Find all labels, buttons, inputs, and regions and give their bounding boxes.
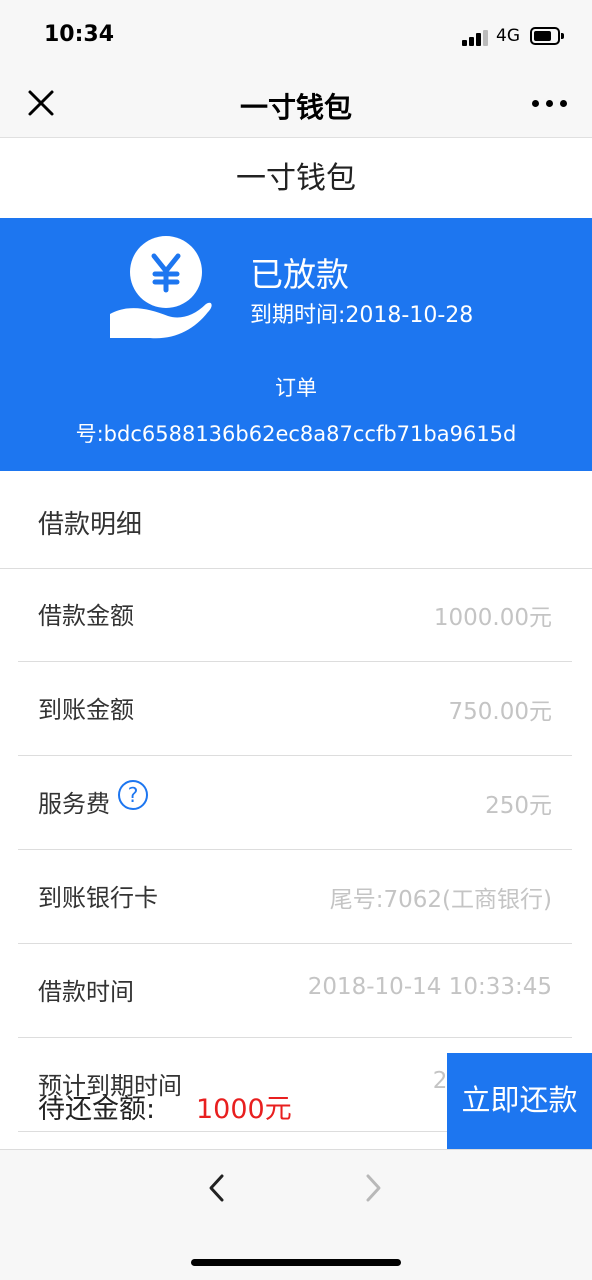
page-header: 一寸钱包: [0, 139, 592, 217]
signal-icon: [462, 28, 492, 46]
detail-row-received-amount: 到账金额 750.00元: [18, 662, 572, 756]
battery-icon: [530, 27, 564, 45]
nav-bar: 一寸钱包: [0, 72, 592, 138]
repay-bar: 待还金额: 1000元 立即还款: [0, 1053, 592, 1149]
order-number: 号:bdc6588136b62ec8a87ccfb71ba9615d: [75, 422, 517, 446]
more-icon[interactable]: [530, 98, 570, 110]
row-label: 服务费: [38, 790, 110, 818]
row-value: 1000.00元: [433, 605, 552, 631]
row-label: 借款时间: [38, 978, 134, 1006]
row-value: 750.00元: [448, 699, 552, 725]
row-value: 2018-10-14 10:33:45: [307, 974, 552, 1000]
detail-row-loan-amount: 借款金额 1000.00元: [18, 568, 572, 662]
row-label: 到账金额: [38, 696, 134, 724]
chevron-left-icon[interactable]: [200, 1170, 236, 1206]
loan-status: 已放款: [250, 255, 349, 294]
row-value: 尾号:7062(工商银行): [329, 887, 552, 913]
repay-amount: 1000元: [196, 1094, 292, 1125]
yen-hand-icon: [108, 234, 214, 344]
repay-summary: 待还金额: 1000元: [0, 1053, 447, 1149]
detail-row-bank-card: 到账银行卡 尾号:7062(工商银行): [18, 850, 572, 944]
status-time: 10:34: [44, 22, 115, 47]
network-type: 4G: [496, 26, 520, 46]
row-label: 到账银行卡: [38, 884, 158, 912]
nav-title: 一寸钱包: [239, 91, 352, 124]
order-label: 订单: [275, 376, 317, 400]
status-bar: 10:34 4G: [0, 0, 592, 72]
repay-label: 待还金额:: [38, 1094, 156, 1125]
question-circle-icon[interactable]: ?: [118, 780, 148, 810]
section-title: 借款明细: [38, 510, 143, 540]
chevron-right-icon[interactable]: [356, 1170, 392, 1206]
due-date: 到期时间:2018-10-28: [250, 303, 474, 328]
repay-now-button[interactable]: 立即还款: [447, 1053, 592, 1149]
row-value: 250元: [485, 793, 552, 819]
detail-row-loan-time: 借款时间 2018-10-14 10:33:45: [18, 944, 572, 1038]
row-label: 借款金额: [38, 602, 134, 630]
home-indicator[interactable]: [191, 1259, 401, 1266]
page-title: 一寸钱包: [236, 161, 356, 196]
detail-row-service-fee: 服务费 ? 250元: [18, 756, 572, 850]
